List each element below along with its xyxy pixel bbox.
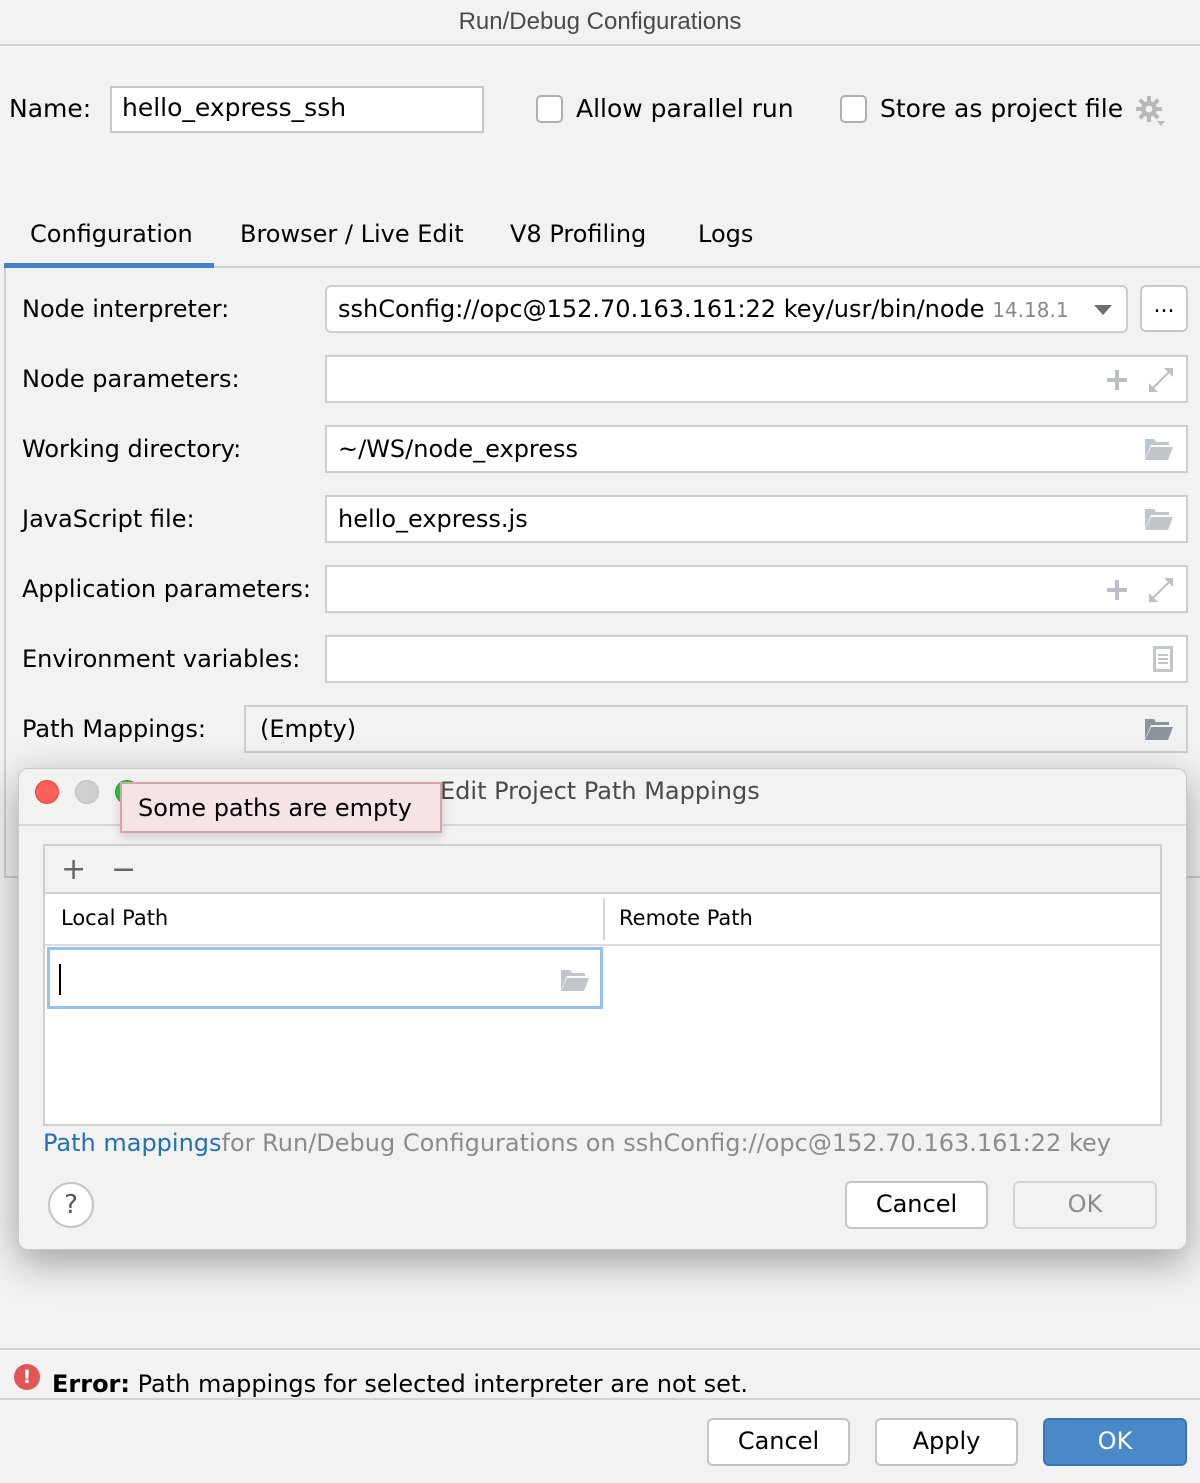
folder-icon[interactable] bbox=[560, 968, 590, 992]
error-text: Path mappings for selected interpreter a… bbox=[137, 1370, 748, 1398]
tab-v8-profiling[interactable]: V8 Profiling bbox=[510, 220, 646, 248]
node-interpreter-label: Node interpreter: bbox=[22, 295, 230, 323]
environment-variables-label: Environment variables: bbox=[22, 645, 301, 673]
add-mapping-button[interactable]: + bbox=[61, 852, 86, 887]
expand-icon[interactable] bbox=[1148, 367, 1174, 393]
path-mappings-table: + − Local Path Remote Path bbox=[43, 844, 1162, 1126]
minimize-window-button[interactable] bbox=[75, 780, 99, 804]
window-title: Run/Debug Configurations bbox=[458, 8, 742, 35]
add-icon[interactable] bbox=[1106, 369, 1128, 391]
name-row: Name: hello_express_ssh Allow parallel r… bbox=[0, 86, 1200, 134]
ok-button[interactable]: OK bbox=[1043, 1418, 1187, 1466]
working-directory-input[interactable]: ~/WS/node_express bbox=[325, 425, 1188, 473]
add-icon[interactable] bbox=[1106, 579, 1128, 601]
folder-icon[interactable] bbox=[1144, 717, 1174, 741]
browse-interpreter-button[interactable]: ... bbox=[1140, 285, 1188, 332]
remote-path-cell[interactable] bbox=[605, 947, 1160, 1009]
store-project-file-checkbox[interactable] bbox=[840, 95, 867, 123]
node-parameters-input[interactable] bbox=[325, 355, 1188, 403]
error-message: Error: Path mappings for selected interp… bbox=[52, 1370, 748, 1398]
node-parameters-label: Node parameters: bbox=[22, 365, 240, 393]
table-toolbar: + − bbox=[45, 846, 1160, 894]
application-parameters-input[interactable] bbox=[325, 565, 1188, 613]
dialog-title: Edit Project Path Mappings bbox=[440, 777, 760, 805]
dialog-cancel-button[interactable]: Cancel bbox=[845, 1181, 988, 1229]
expand-icon[interactable] bbox=[1148, 577, 1174, 603]
dialog-ok-button[interactable]: OK bbox=[1013, 1181, 1157, 1229]
remove-mapping-button[interactable]: − bbox=[111, 852, 136, 887]
dropdown-arrow-icon[interactable] bbox=[1094, 305, 1112, 315]
node-interpreter-select[interactable]: sshConfig://opc@152.70.163.161:22 key/us… bbox=[325, 285, 1128, 333]
javascript-file-label: JavaScript file: bbox=[22, 505, 195, 533]
path-mappings-label: Path Mappings: bbox=[22, 715, 206, 743]
close-window-button[interactable] bbox=[35, 780, 59, 804]
edit-path-mappings-dialog: Edit Project Path Mappings + − Local Pat… bbox=[18, 768, 1187, 1250]
application-parameters-label: Application parameters: bbox=[22, 575, 312, 603]
path-mappings-field[interactable]: (Empty) bbox=[244, 705, 1188, 753]
working-directory-value: ~/WS/node_express bbox=[338, 435, 579, 463]
help-button[interactable]: ? bbox=[48, 1182, 94, 1228]
path-mappings-info: Path mappingsfor Run/Debug Configuration… bbox=[43, 1129, 1111, 1157]
error-bar: ! Error: Path mappings for selected inte… bbox=[0, 1348, 1200, 1400]
node-interpreter-value: sshConfig://opc@152.70.163.161:22 key/us… bbox=[338, 295, 985, 323]
error-icon: ! bbox=[14, 1364, 40, 1390]
local-path-cell-editor[interactable] bbox=[47, 947, 603, 1009]
folder-icon[interactable] bbox=[1144, 507, 1174, 531]
gear-icon[interactable] bbox=[1135, 95, 1167, 127]
store-project-file-label[interactable]: Store as project file bbox=[880, 94, 1123, 123]
tab-browser-live-edit[interactable]: Browser / Live Edit bbox=[240, 220, 464, 248]
tab-logs[interactable]: Logs bbox=[698, 220, 753, 248]
window-title-bar: Run/Debug Configurations bbox=[0, 0, 1200, 46]
tab-configuration[interactable]: Configuration bbox=[30, 220, 193, 248]
folder-icon[interactable] bbox=[1144, 437, 1174, 461]
header-divider bbox=[45, 944, 1160, 946]
working-directory-label: Working directory: bbox=[22, 435, 242, 463]
text-caret bbox=[59, 964, 61, 995]
javascript-file-value: hello_express.js bbox=[338, 505, 528, 533]
node-version: 14.18.1 bbox=[992, 298, 1069, 322]
document-list-icon[interactable] bbox=[1152, 645, 1174, 673]
tab-bar: Configuration Browser / Live Edit V8 Pro… bbox=[4, 212, 1200, 268]
name-label: Name: bbox=[9, 94, 92, 123]
name-input[interactable]: hello_express_ssh bbox=[110, 86, 484, 133]
allow-parallel-run-checkbox[interactable] bbox=[536, 95, 563, 123]
apply-button[interactable]: Apply bbox=[875, 1418, 1018, 1466]
javascript-file-input[interactable]: hello_express.js bbox=[325, 495, 1188, 543]
validation-tooltip: Some paths are empty bbox=[120, 782, 442, 833]
error-prefix: Error: bbox=[52, 1370, 130, 1398]
path-mappings-value: (Empty) bbox=[260, 715, 357, 743]
column-header-local-path[interactable]: Local Path bbox=[45, 894, 184, 944]
allow-parallel-run-label[interactable]: Allow parallel run bbox=[576, 94, 794, 123]
environment-variables-input[interactable] bbox=[325, 635, 1188, 683]
cancel-button[interactable]: Cancel bbox=[707, 1418, 850, 1466]
path-mappings-link[interactable]: Path mappings bbox=[43, 1129, 222, 1157]
column-header-remote-path[interactable]: Remote Path bbox=[603, 894, 769, 944]
path-mappings-info-text: for Run/Debug Configurations on sshConfi… bbox=[221, 1129, 1111, 1157]
